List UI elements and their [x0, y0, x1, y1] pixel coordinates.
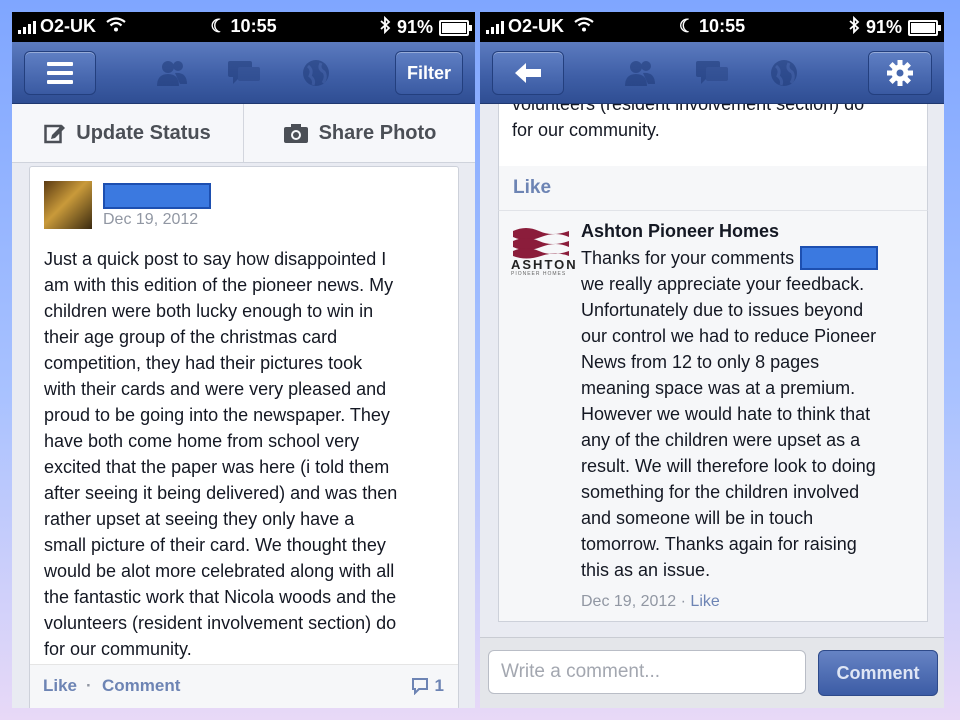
- separator-dot: ·: [680, 593, 686, 610]
- update-status-button[interactable]: Update Status: [12, 104, 243, 162]
- comment-line: any of the children were upset as a: [581, 430, 861, 450]
- post-line: for our community.: [44, 639, 192, 659]
- comment-line: this as an issue.: [581, 560, 711, 580]
- battery-icon: [439, 19, 472, 36]
- share-photo-button[interactable]: Share Photo: [243, 104, 475, 162]
- comment-line: and someone will be in touch: [581, 508, 814, 528]
- post-line: Just a quick post to say how disappointe…: [44, 249, 387, 269]
- phone-screen-left: O2-UK ☾ 10:55 91% Filter Update Status S…: [12, 12, 475, 708]
- navigation-bar: Filter: [12, 42, 475, 104]
- comment-line: tomorrow. Thanks again for raising: [581, 534, 857, 554]
- post-line-last: for our community.: [512, 120, 660, 140]
- gear-icon: [887, 60, 913, 86]
- post-line: the fantastic work that Nicola woods and…: [44, 587, 397, 607]
- messages-icon[interactable]: [225, 58, 263, 88]
- phone-screen-right: O2-UK ☾ 10:55 91% volunteers (resident i…: [480, 12, 944, 708]
- post-line: after seeing it being delivered) and was…: [44, 483, 398, 503]
- comment-body: Thanks for your comments we really appre…: [581, 245, 921, 583]
- comment-line: Unfortunately due to issues beyond: [581, 300, 864, 320]
- comment-link[interactable]: Comment: [102, 676, 180, 696]
- settings-button[interactable]: [868, 51, 932, 95]
- friend-requests-icon[interactable]: [153, 58, 191, 88]
- status-bar: O2-UK ☾ 10:55 91%: [12, 12, 475, 42]
- friend-requests-icon[interactable]: [621, 58, 659, 88]
- like-link[interactable]: Like: [513, 177, 551, 199]
- comment-line: result. We will therefore look to doing: [581, 456, 876, 476]
- moon-icon: ☾: [678, 16, 696, 36]
- comment-bubble-icon: [411, 678, 428, 695]
- post-line: small picture of their card. We thought …: [44, 535, 386, 555]
- post-body-tail: volunteers (resident involvement section…: [498, 104, 928, 166]
- navigation-bar: [480, 42, 944, 104]
- bluetooth-icon: [379, 15, 391, 39]
- edit-icon: [44, 124, 66, 144]
- filter-button[interactable]: Filter: [395, 51, 463, 95]
- camera-icon: [283, 124, 308, 143]
- messages-icon[interactable]: [693, 58, 731, 88]
- comment-item: ASHTON PIONEER HOMES Ashton Pioneer Home…: [498, 210, 928, 622]
- post-line: their age group of the christmas card: [44, 327, 338, 347]
- comment-composer: Comment: [480, 637, 944, 708]
- clock-time: 10:55: [230, 16, 277, 36]
- post-line: rather upset at seeing they only have a: [44, 509, 355, 529]
- comment-count-value: 1: [434, 676, 444, 695]
- author-name-redacted[interactable]: [103, 183, 211, 209]
- bluetooth-icon: [848, 15, 860, 39]
- post-footer: Like · Comment 1: [30, 664, 458, 708]
- battery-icon: [908, 19, 941, 36]
- post-line: proud to be going into the newspaper. Th…: [44, 405, 390, 425]
- status-bar: O2-UK ☾ 10:55 91%: [480, 12, 944, 42]
- status-post: Dec 19, 2012 Just a quick post to say ho…: [29, 166, 459, 708]
- comment-count[interactable]: 1: [411, 676, 444, 696]
- post-line: excited that the paper was here (i told …: [44, 457, 390, 477]
- comment-line: something for the children involved: [581, 482, 860, 502]
- separator-dot: ·: [86, 676, 92, 695]
- comment-meta: Dec 19, 2012 · Like: [581, 593, 720, 611]
- battery-percent: 91%: [396, 17, 433, 37]
- comment-first-line: Thanks for your comments: [581, 248, 795, 268]
- comment-date: Dec 19, 2012: [581, 593, 677, 610]
- comment-line: our control we had to reduce Pioneer: [581, 326, 877, 346]
- ashton-logo-subtext: PIONEER HOMES: [511, 271, 567, 277]
- moon-icon: ☾: [210, 16, 227, 36]
- notifications-globe-icon[interactable]: [765, 58, 803, 88]
- comment-like-link[interactable]: Like: [690, 593, 719, 610]
- post-line: volunteers (resident involvement section…: [44, 613, 397, 633]
- notifications-globe-icon[interactable]: [297, 58, 335, 88]
- ashton-logo-text: ASHTON: [511, 257, 578, 272]
- author-avatar[interactable]: [44, 181, 92, 229]
- post-line: competition, they had their pictures too…: [44, 353, 363, 373]
- post-comment-button[interactable]: Comment: [818, 650, 938, 696]
- share-photo-label: Share Photo: [318, 121, 437, 144]
- commenter-name-redacted[interactable]: [800, 246, 879, 270]
- like-link[interactable]: Like: [43, 676, 77, 696]
- clock-time: 10:55: [699, 16, 746, 36]
- comment-line: News from 12 to only 8 pages: [581, 352, 820, 372]
- comment-line: However we would hate to think that: [581, 404, 871, 424]
- post-body: Just a quick post to say how disappointe…: [44, 246, 452, 662]
- post-line: children were both lucky enough to win i…: [44, 301, 374, 321]
- composer-actions: Update Status Share Photo: [12, 104, 475, 163]
- post-line: with their cards and were very pleased a…: [44, 379, 387, 399]
- comment-line: we really appreciate your feedback.: [581, 274, 865, 294]
- post-line: would be alot more celebrated along with…: [44, 561, 395, 581]
- post-line: am with this edition of the pioneer news…: [44, 275, 394, 295]
- post-line-cut: volunteers (resident involvement section…: [512, 104, 865, 114]
- comment-line: meaning space was at a premium.: [581, 378, 856, 398]
- update-status-label: Update Status: [76, 121, 211, 144]
- post-date[interactable]: Dec 19, 2012: [103, 211, 198, 229]
- comment-lines: we really appreciate your feedback. Unfor…: [581, 271, 921, 583]
- battery-percent: 91%: [865, 17, 902, 37]
- comment-input[interactable]: [488, 650, 806, 694]
- ashton-logo[interactable]: ASHTON PIONEER HOMES: [511, 223, 576, 279]
- post-line: have both come home from school very: [44, 431, 360, 451]
- post-like-row: Like: [498, 166, 928, 211]
- comment-author[interactable]: Ashton Pioneer Homes: [581, 221, 779, 242]
